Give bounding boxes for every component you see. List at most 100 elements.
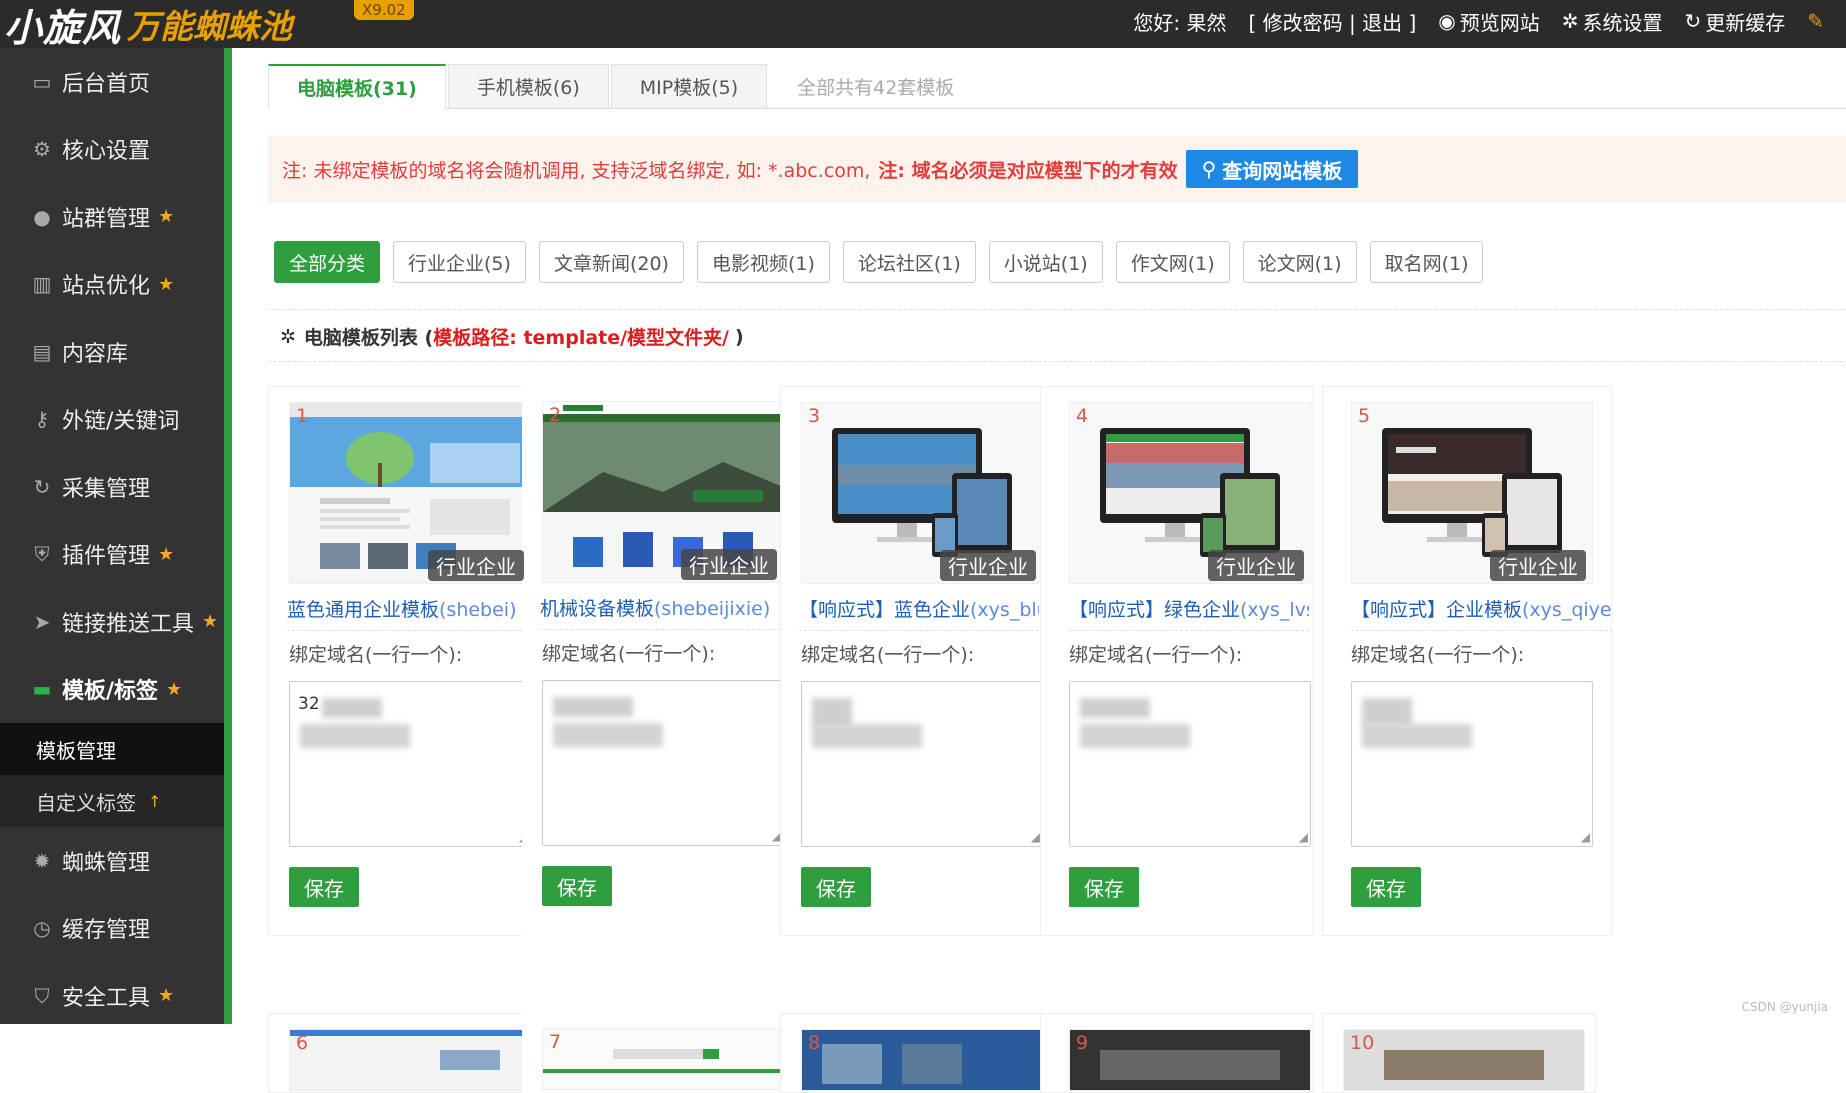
- spider-icon: ✹: [33, 848, 51, 873]
- sidebar-item-plugins[interactable]: ⛨ 插件管理 ★: [0, 521, 224, 589]
- template-name[interactable]: 【响应式】蓝色企业(xys_blue): [799, 595, 1039, 631]
- sidebar-item-link-push[interactable]: ➤ 链接推送工具 ★: [0, 588, 224, 656]
- redacted-text: [553, 723, 663, 747]
- template-thumbnail[interactable]: 5 行业企业: [1351, 402, 1593, 584]
- sidebar-item-site-optimize[interactable]: ▥ 站点优化 ★: [0, 251, 224, 319]
- resize-handle-icon[interactable]: ◢: [1581, 830, 1590, 844]
- template-name[interactable]: 【响应式】企业模板(xys_qiye1): [1351, 595, 1613, 631]
- sidebar-item-templates[interactable]: ▬ 模板/标签 ★: [0, 656, 224, 724]
- template-thumbnail[interactable]: 4 行业企业: [1069, 402, 1311, 584]
- template-number: 7: [549, 1031, 562, 1053]
- update-cache-link[interactable]: ↻ 更新缓存: [1684, 7, 1785, 36]
- query-template-label: 查询网站模板: [1222, 158, 1343, 183]
- save-button[interactable]: 保存: [289, 867, 359, 907]
- template-card: 7: [522, 1013, 796, 1093]
- account-links[interactable]: [ 修改密码 | 退出 ]: [1248, 7, 1416, 36]
- logo: 小旋风 万能蜘蛛池: [4, 0, 292, 50]
- sidebar-item-cache[interactable]: ◷ 缓存管理: [0, 895, 224, 963]
- category-filter: 全部分类 行业企业(5) 文章新闻(20) 电影视频(1) 论坛社区(1) 小说…: [274, 241, 1496, 283]
- bind-domain-textarea[interactable]: ◢: [1069, 681, 1311, 847]
- template-slug: (xys_qiye1): [1522, 599, 1613, 621]
- redacted-text: [1362, 724, 1472, 748]
- template-name[interactable]: 机械设备模板(shebeijixie): [540, 594, 780, 630]
- template-thumbnail[interactable]: 9: [1069, 1029, 1311, 1091]
- save-button[interactable]: 保存: [801, 867, 871, 907]
- template-thumbnail[interactable]: 3 行业企业: [801, 402, 1043, 584]
- template-slug: (xys_blue): [970, 599, 1039, 621]
- category-video[interactable]: 电影视频(1): [696, 241, 830, 283]
- greeting: 您好: 果然: [1133, 10, 1227, 35]
- save-button[interactable]: 保存: [542, 866, 612, 906]
- preview-label: 预览网站: [1459, 10, 1540, 35]
- template-number: 4: [1076, 405, 1089, 427]
- save-button[interactable]: 保存: [1069, 867, 1139, 907]
- bar-chart-icon: ▥: [32, 272, 52, 297]
- sidebar-item-content-library[interactable]: ▤ 内容库: [0, 318, 224, 386]
- template-title: 【响应式】蓝色企业: [799, 599, 971, 621]
- category-tag: 行业企业: [681, 549, 777, 580]
- settings-link[interactable]: ✲ 系统设置: [1562, 7, 1663, 36]
- monitor-icon: ▭: [32, 69, 52, 94]
- sidebar-item-label: 插件管理: [62, 544, 151, 570]
- divider: [268, 309, 1846, 310]
- star-icon: ★: [202, 611, 219, 633]
- template-thumbnail[interactable]: 8: [801, 1029, 1043, 1091]
- settings-label: 系统设置: [1582, 10, 1663, 35]
- template-thumbnail[interactable]: 6: [289, 1029, 531, 1091]
- template-thumbnail[interactable]: 10: [1343, 1029, 1585, 1091]
- sidebar-item-security[interactable]: ⛉ 安全工具 ★: [0, 962, 224, 1030]
- query-template-button[interactable]: ⚲ 查询网站模板: [1185, 150, 1359, 188]
- sidebar-item-label: 外链/关键词: [62, 409, 180, 435]
- sidebar-item-label: 内容库: [62, 341, 129, 367]
- category-forum[interactable]: 论坛社区(1): [842, 241, 976, 283]
- sidebar-item-spider[interactable]: ✹ 蜘蛛管理: [0, 827, 224, 895]
- template-name[interactable]: 【响应式】绿色企业(xys_lvse): [1069, 595, 1309, 631]
- sidebar-subitem-template-manage[interactable]: 模板管理: [0, 723, 224, 775]
- sidebar-item-core-settings[interactable]: ⚙ 核心设置: [0, 116, 224, 184]
- category-essay[interactable]: 作文网(1): [1115, 241, 1230, 283]
- category-thesis[interactable]: 论文网(1): [1242, 241, 1357, 283]
- sidebar-item-label: 站群管理: [62, 206, 151, 232]
- resize-handle-icon[interactable]: ◢: [1031, 830, 1040, 844]
- bind-domain-textarea[interactable]: 32 ◢: [289, 681, 531, 847]
- template-card: 3 行业企业 【响应式】蓝色企业(xys_blue) 绑定域名(一行一个): ◢: [780, 386, 1054, 936]
- sidebar-item-links-keywords[interactable]: ⚷ 外链/关键词: [0, 386, 224, 454]
- template-card: 5 行业企业 【响应式】企业模板(xys_qiye1) 绑定域名(一行一个):: [1322, 386, 1613, 936]
- bind-domain-textarea[interactable]: ◢: [801, 681, 1043, 847]
- sidebar-item-site-group[interactable]: ● 站群管理 ★: [0, 183, 224, 251]
- wrench-icon[interactable]: ✎: [1807, 9, 1824, 33]
- bind-domain-textarea[interactable]: ◢: [542, 680, 784, 846]
- plugin-icon: ⛨: [34, 542, 50, 567]
- tab-desktop-templates[interactable]: 电脑模板(31): [268, 64, 446, 109]
- category-tag: 行业企业: [1208, 550, 1304, 581]
- main-content: 电脑模板(31) 手机模板(6) MIP模板(5) 全部共有42套模板 注: 未…: [240, 48, 1846, 1093]
- template-slug: (xys_lvse): [1240, 599, 1309, 621]
- arrow-up-icon: ↑: [148, 791, 162, 811]
- resize-handle-icon[interactable]: ◢: [1299, 830, 1308, 844]
- sidebar-item-label: 采集管理: [62, 476, 151, 502]
- bind-domain-value: 32: [298, 694, 320, 714]
- tab-mip-templates[interactable]: MIP模板(5): [610, 64, 768, 108]
- tab-mobile-templates[interactable]: 手机模板(6): [447, 64, 609, 108]
- template-name[interactable]: 蓝色通用企业模板(shebei): [287, 595, 527, 631]
- sidebar-item-home[interactable]: ▭ 后台首页: [0, 48, 224, 116]
- category-all[interactable]: 全部分类: [274, 241, 381, 283]
- preview-link[interactable]: ◉ 预览网站: [1438, 7, 1539, 36]
- template-thumbnail[interactable]: 2 行业企业: [542, 401, 784, 583]
- sidebar-item-label: 蜘蛛管理: [62, 850, 151, 876]
- sidebar-item-collect[interactable]: ↻ 采集管理: [0, 453, 224, 521]
- template-thumbnail[interactable]: 1 行业企业: [289, 402, 531, 584]
- bind-domain-textarea[interactable]: ◢: [1351, 681, 1593, 847]
- template-thumbnail[interactable]: 7: [542, 1028, 784, 1090]
- list-title-close: ): [735, 325, 744, 348]
- category-news[interactable]: 文章新闻(20): [538, 241, 684, 283]
- redacted-text: [1080, 724, 1190, 748]
- key-icon: ⚷: [34, 407, 50, 432]
- save-button[interactable]: 保存: [1351, 867, 1421, 907]
- update-cache-label: 更新缓存: [1705, 10, 1786, 35]
- sidebar-subitem-custom-tags[interactable]: 自定义标签 ↑: [0, 775, 224, 827]
- category-novel[interactable]: 小说站(1): [988, 241, 1103, 283]
- category-naming[interactable]: 取名网(1): [1369, 241, 1484, 283]
- category-industry[interactable]: 行业企业(5): [393, 241, 526, 283]
- template-number: 6: [296, 1032, 309, 1054]
